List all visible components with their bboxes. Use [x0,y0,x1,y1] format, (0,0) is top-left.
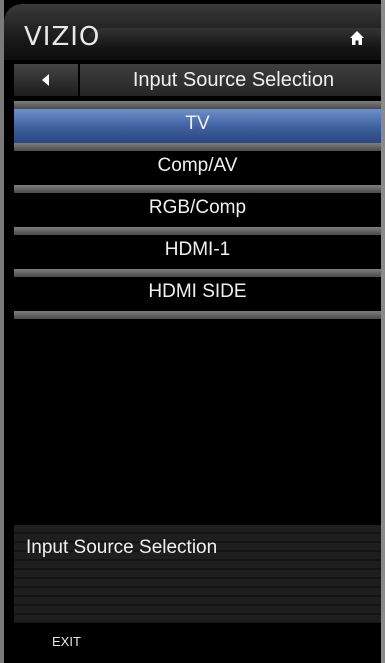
input-source-menu: TV Comp/AV RGB/Comp HDMI-1 HDMI SIDE [14,101,381,319]
triangle-left-icon [42,74,49,86]
menu-item-label: RGB/Comp [148,197,247,218]
menu-item-tv[interactable]: TV [14,101,381,143]
menu-item-comp-av[interactable]: Comp/AV [14,143,381,185]
menu-item-label: HDMI-1 [164,239,231,260]
exit-button[interactable]: EXIT [52,634,81,649]
header: VIZIO [4,4,381,60]
vizio-logo: VIZIO [24,22,101,52]
menu-title: Input Source Selection [132,69,335,91]
menu-item-label: TV [185,113,210,134]
help-text: Input Source Selection [26,537,218,558]
menu-item-hdmi-1[interactable]: HDMI-1 [14,227,381,269]
home-icon[interactable] [349,30,365,46]
back-button[interactable] [14,64,80,96]
menu-item-label: Comp/AV [157,155,238,176]
title-bar: Input Source Selection [14,64,381,96]
menu-divider [14,311,381,319]
osd-panel: VIZIO Input Source Selection TV Comp/AV … [4,4,381,659]
menu-item-rgb-comp[interactable]: RGB/Comp [14,185,381,227]
help-text-box: Input Source Selection [14,525,381,623]
menu-item-hdmi-side[interactable]: HDMI SIDE [14,269,381,311]
menu-item-label: HDMI SIDE [148,281,247,302]
